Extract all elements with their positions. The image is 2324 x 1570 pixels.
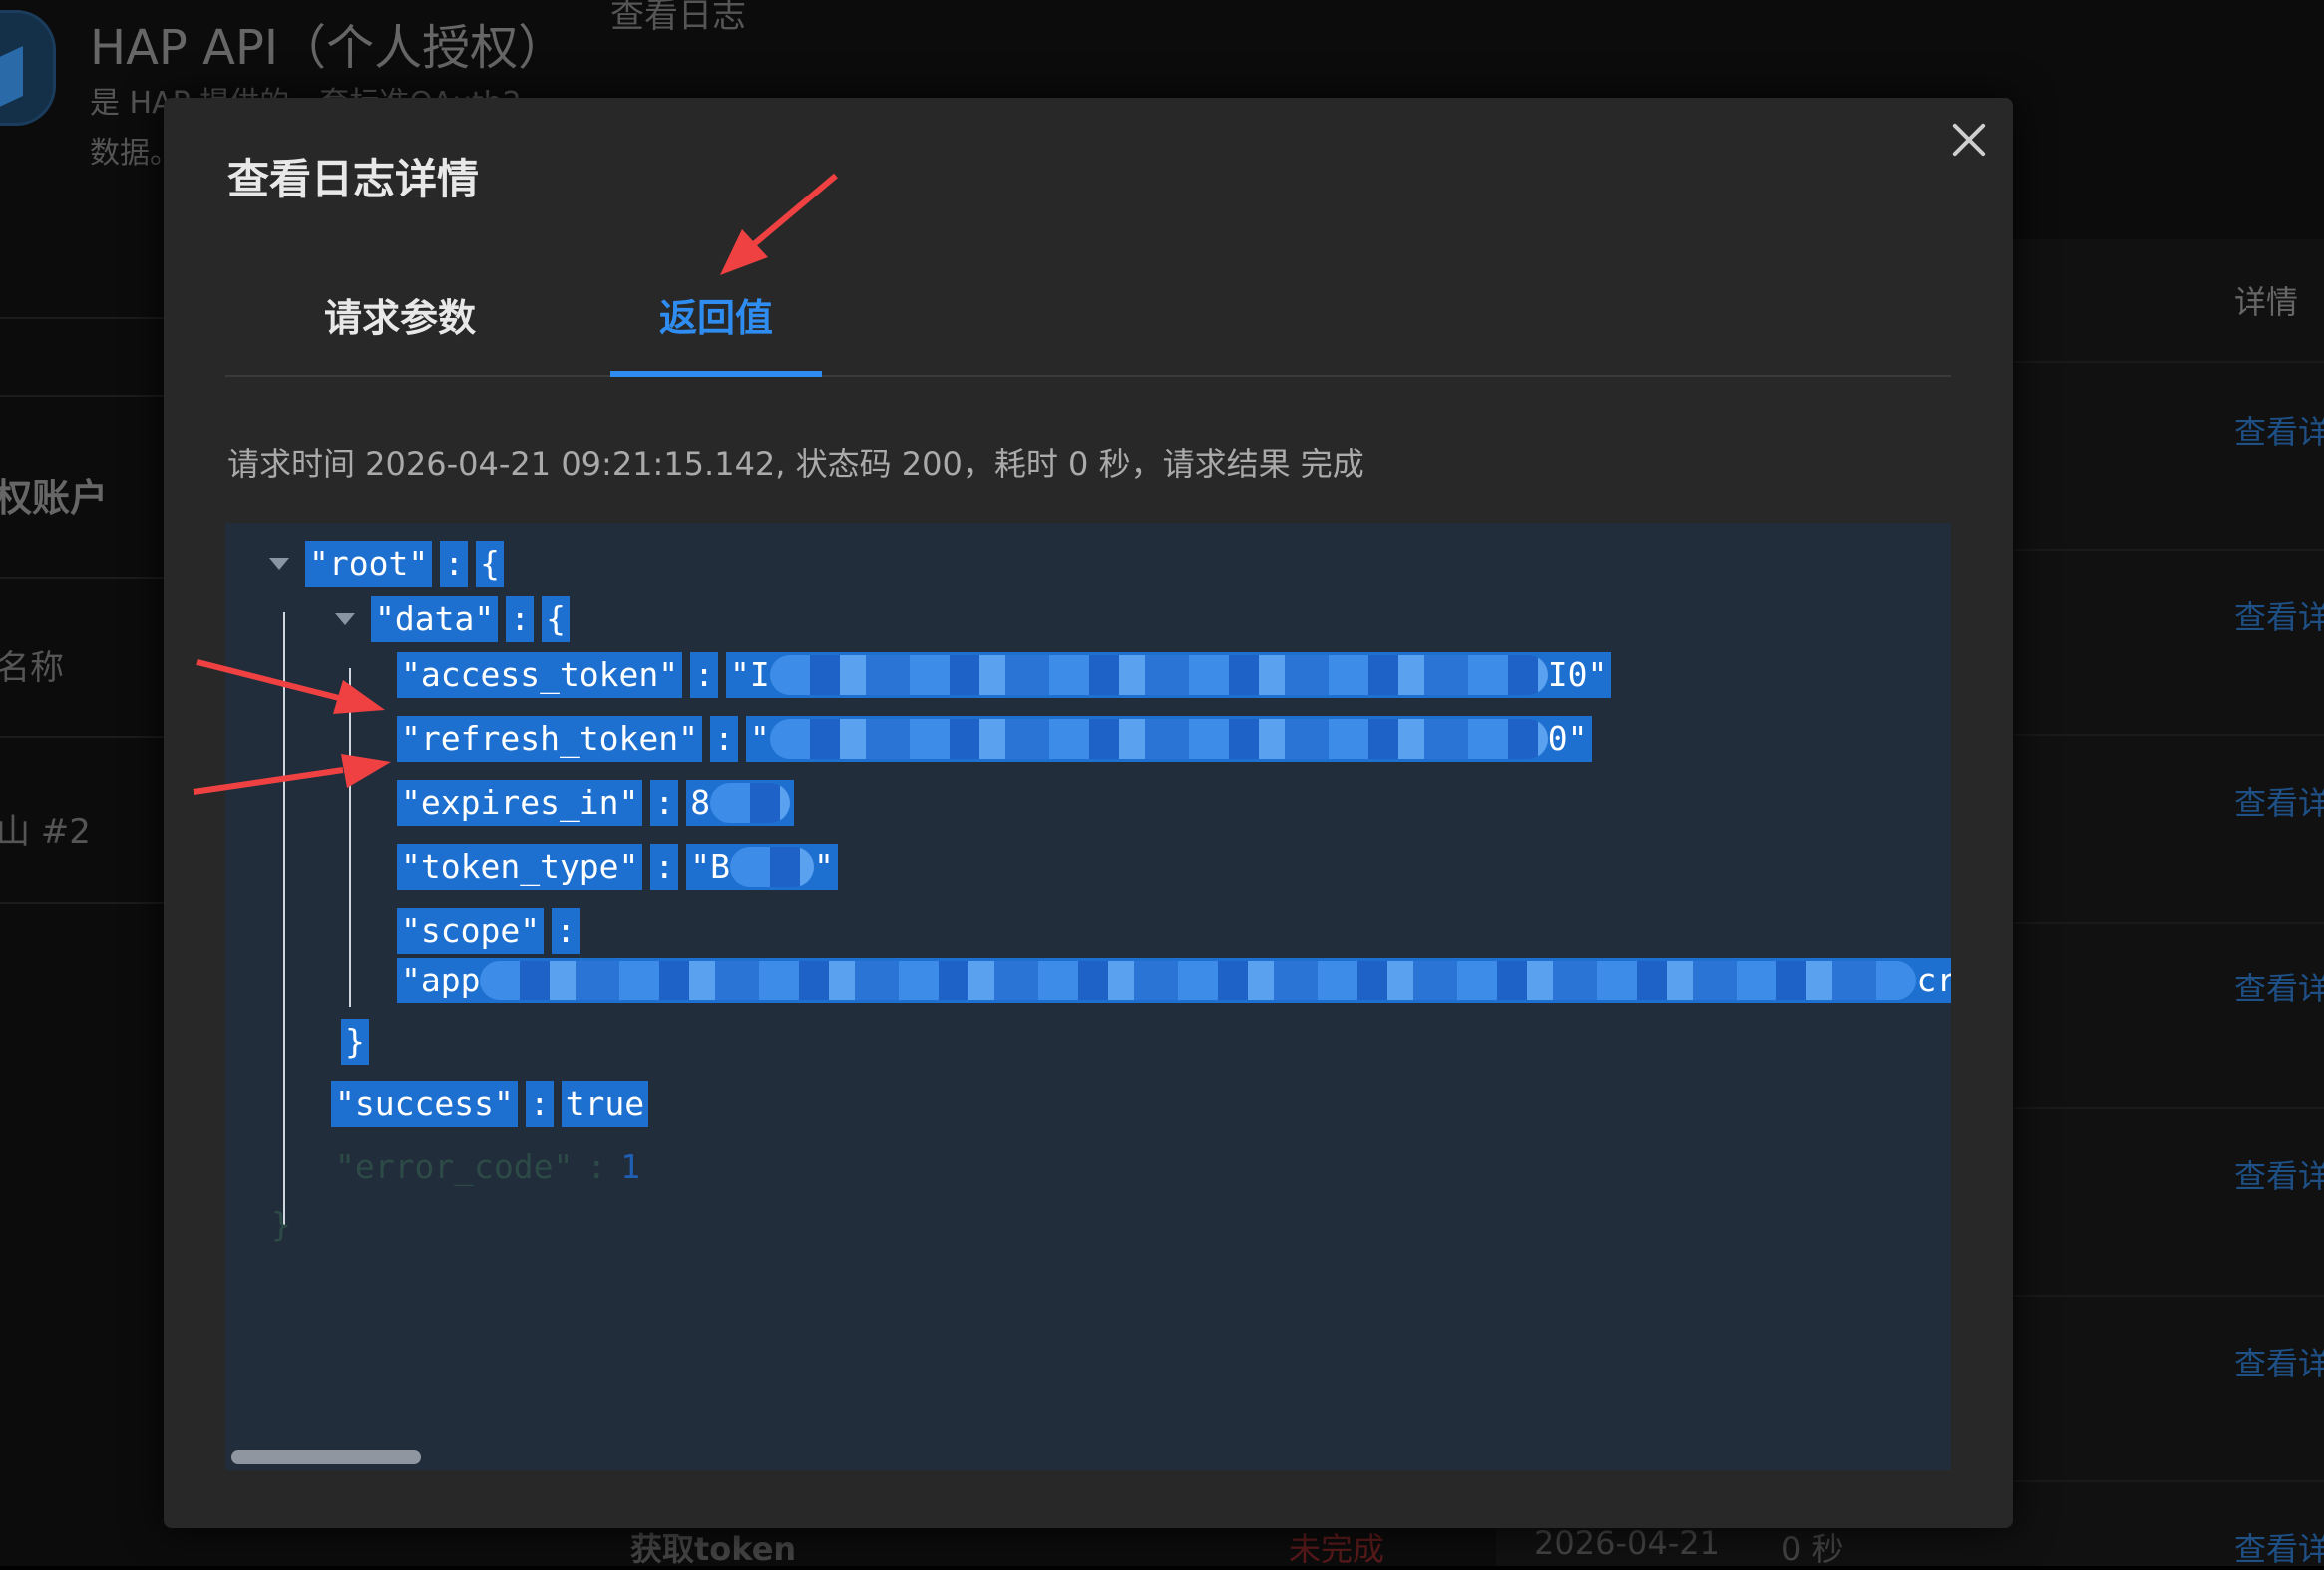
annotation-arrows — [193, 173, 838, 795]
annotation-arrow-icon — [196, 659, 385, 714]
annotation-arrow-icon — [193, 754, 391, 795]
annotation-arrow-icon — [720, 173, 838, 275]
